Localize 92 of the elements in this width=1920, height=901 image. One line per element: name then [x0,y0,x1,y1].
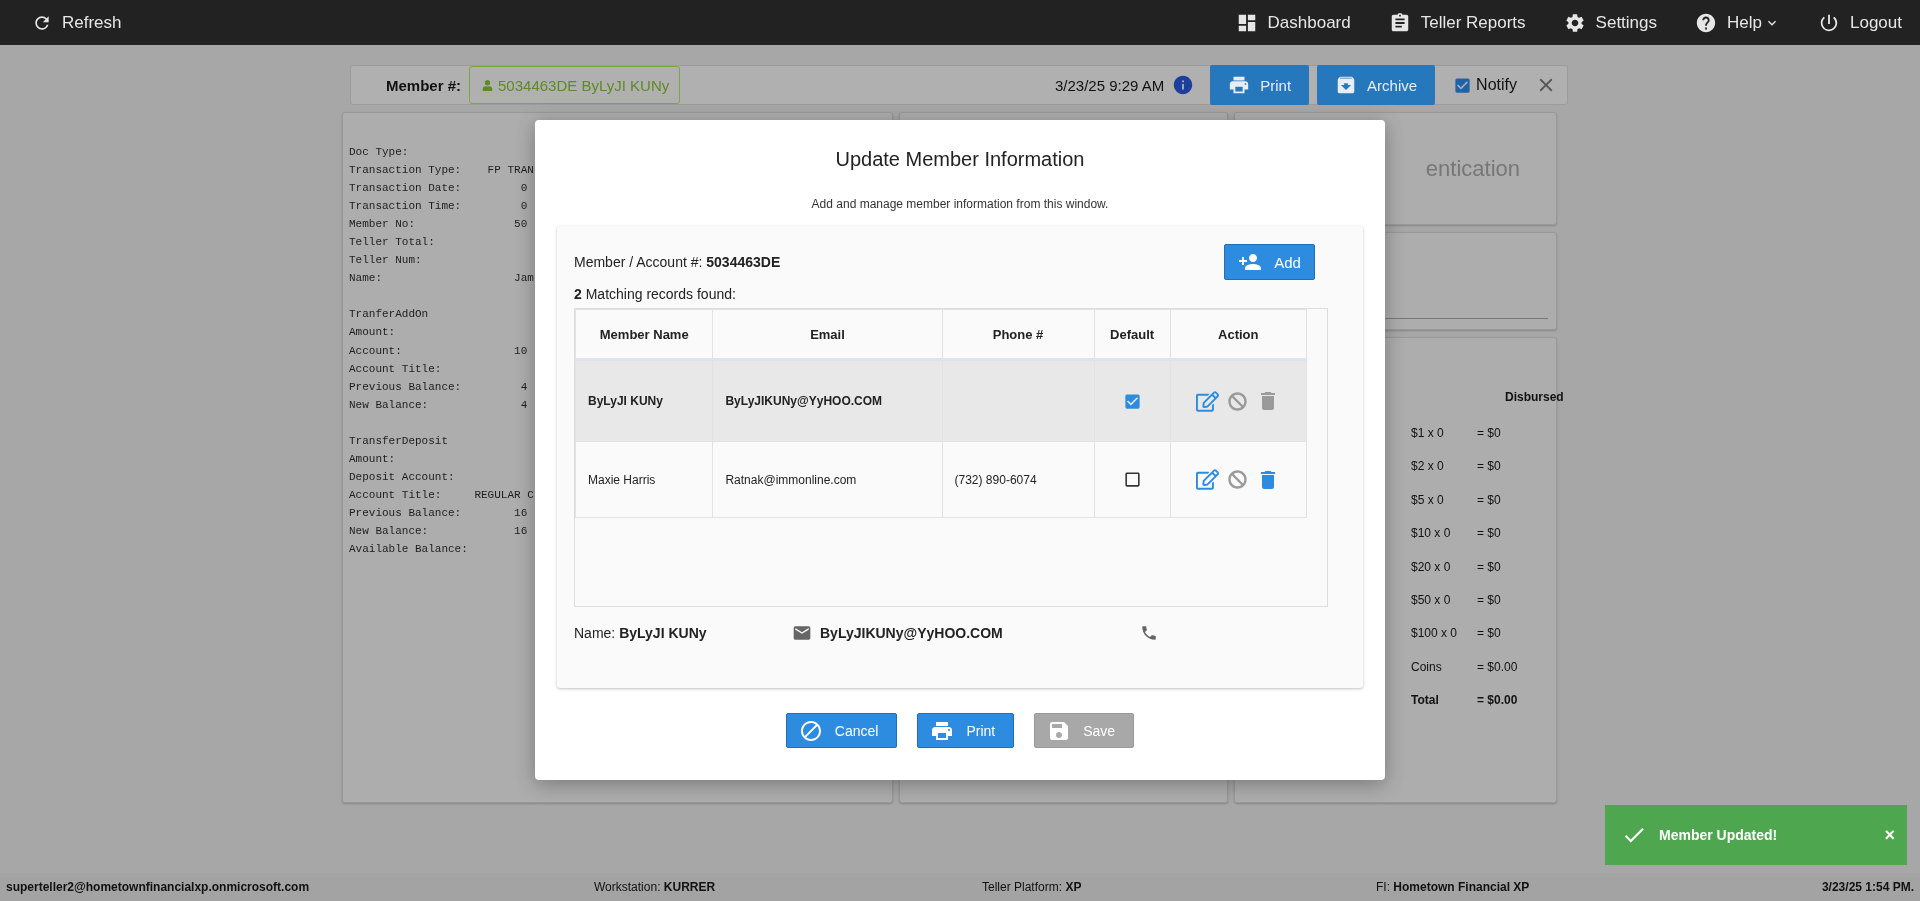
nav-link[interactable]: Help [1695,11,1780,34]
receipt-line: Transaction Date: 0 [349,181,528,197]
denomination-label: $5 x 0 [1411,492,1445,509]
amount-value: = $0.00 [1477,659,1518,676]
match-count: 2 Matching records found: [574,286,737,302]
print-button[interactable]: Print [1210,65,1310,105]
account-number: Member / Account #: 5034463DE [574,254,781,270]
receipt-line: Teller Total: [349,235,435,251]
column-heading: Disbursed [1505,390,1564,404]
denomination-label: Coins [1411,659,1443,676]
table-row[interactable]: ByLyJI KUNy ByLyJIKUNy@YyHOO.COM [575,359,1307,442]
help-icon [1695,11,1718,34]
table-row[interactable]: Maxie Harris Ratnak@immonline.com (732) 890-6074 [575,441,1307,518]
denomination-label: $2 x 0 [1411,459,1445,476]
receipt-line: Account Title: REGULAR C [349,487,534,503]
phone-icon [1140,624,1158,642]
amount-value: = $0 [1477,492,1501,509]
amount-value: = $0.00 [1477,693,1518,710]
receipt-line: Previous Balance: 4 [349,379,528,395]
receipt-line: Name: Jam [349,271,534,287]
status-date-time: 3/23/25 1:54 PM. [1821,880,1914,894]
receipt-line: TranferAddOn [349,307,429,323]
table-cell: Ratnak@immonline.com [712,441,942,518]
amount-value: = $0 [1477,559,1501,576]
table-cell: (732) 890-6074 [942,441,1095,518]
denomination-label: $1 x 0 [1411,426,1445,442]
receipt-line: Account Title: [349,361,442,377]
amount-value: = $0 [1477,426,1501,442]
toast-message: Member Updated! [1659,827,1778,843]
ban-icon [798,718,823,743]
denomination-label: $10 x 0 [1411,526,1452,543]
column-header: Default [1094,309,1171,360]
denomination-label: $20 x 0 [1411,559,1452,576]
amount-value: = $0 [1477,626,1501,643]
receipt-line: Amount: [349,325,396,341]
nav-link[interactable]: Settings [1563,11,1658,34]
dialog-subtitle: Add and manage member information from this window. [811,197,1109,211]
receipt-line: New Balance: 4 [349,397,528,413]
receipt-line: Previous Balance: 16 [349,505,528,521]
amount-value: = $0 [1477,459,1501,476]
nav-link[interactable]: Logout [1818,11,1902,34]
mail-icon [792,623,812,643]
add-button[interactable]: Add [1224,244,1315,280]
date-time: 3/23/25 9:29 AM [1054,76,1165,94]
table-cell: ByLyJI KUNy [575,359,713,442]
denomination-label: Total [1411,693,1440,710]
selected-email: ByLyJIKUNy@YyHOO.COM [820,625,1004,641]
info-icon[interactable] [1172,74,1195,96]
notify-checkbox[interactable]: Notify [1453,75,1517,95]
receipt-line: Transaction Type: FP TRAN [349,163,534,179]
column-header: Email [712,309,942,360]
receipt-line: Account: 10 [349,343,528,359]
status-field: Workstation: KURRER [594,880,982,894]
table-cell: ByLyJIKUNy@YyHOO.COM [712,359,942,442]
amount-value: = $0 [1477,592,1501,609]
receipt-line: Amount: [349,451,396,467]
user-icon [482,79,494,91]
printer-icon [1228,74,1251,96]
receipt-line: Transaction Time: 0 [349,199,528,215]
receipt-line: Deposit Account: [349,469,455,485]
receipt-line: TransferDeposit [349,433,449,449]
refresh-button[interactable]: Refresh [32,12,122,33]
nav-link[interactable]: Teller Reports [1388,11,1526,34]
status-field: FI: Hometown Financial XP [1376,880,1676,894]
selected-name: Name: ByLyJI KUNy [574,625,708,641]
ban-icon[interactable] [1228,391,1248,411]
edit-icon[interactable] [1196,468,1220,491]
user-email: superteller2@hometownfinancialxp.onmicrosoft.com [6,880,311,894]
column-header: Member Name [575,309,713,360]
edit-icon[interactable] [1196,389,1220,413]
checkbox[interactable] [1122,391,1142,411]
member-label: Member #: [386,76,462,94]
receipt-line: New Balance: 16 [349,524,528,539]
archive-button[interactable]: Archive [1317,65,1436,105]
amount-value: = $0 [1477,526,1501,543]
ban-icon[interactable] [1228,470,1248,489]
receipt-line: Available Balance: [349,542,468,558]
receipt-line: Member No: 50 [349,217,528,233]
settings-icon [1563,11,1586,34]
denomination-label: $50 x 0 [1411,592,1452,609]
dialog-title: Update Member Information [835,148,1085,171]
receipt-line: Doc Type: [349,145,409,160]
denomination-label: $100 x 0 [1411,626,1459,643]
column-header: Phone # [942,309,1095,360]
cancel-button[interactable]: Cancel [785,713,898,748]
status-field: Teller Platform: XP [982,880,1376,894]
checkbox[interactable] [1122,470,1142,489]
print-button[interactable]: Print [917,713,1015,748]
nav-link[interactable]: Dashboard [1235,11,1351,34]
receipt-line: Teller Num: [349,253,422,269]
column-header: Action [1170,309,1307,360]
table-cell: Maxie Harris [575,441,713,518]
